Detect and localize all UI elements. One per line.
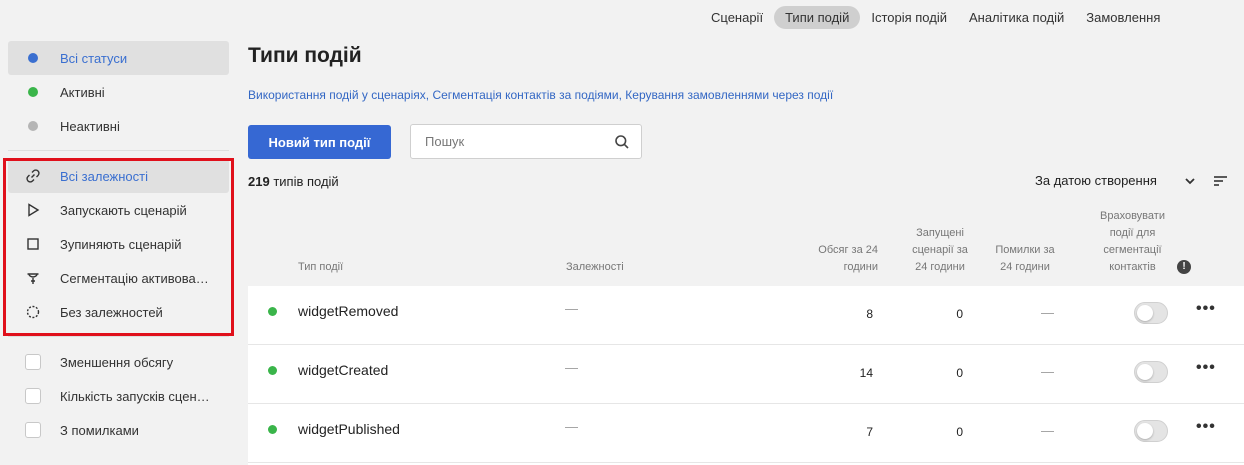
event-types-table: widgetRemoved — 8 0 — ••• widgetCreated … [248, 286, 1244, 465]
sidebar-item-active[interactable]: Активні [8, 75, 229, 109]
status-dot-green-icon [28, 87, 38, 97]
info-warning-icon[interactable]: ! [1177, 260, 1191, 274]
more-options-icon[interactable]: ••• [1196, 300, 1216, 318]
sidebar-item-label: Всі залежності [60, 168, 148, 184]
scenarios-value: 0 [956, 425, 963, 439]
sidebar-item-all-statuses[interactable]: Всі статуси [8, 41, 229, 75]
sidebar-item-segmentation[interactable]: Сегментацію активовано [8, 261, 229, 295]
event-type-count: 219 типів подій [248, 174, 339, 189]
sidebar-check-volume-decrease[interactable]: Зменшення обсягу [8, 345, 229, 379]
status-dot-gray-icon [28, 121, 38, 131]
search-icon[interactable] [614, 134, 630, 150]
link-scenario-usage[interactable]: Використання подій у сценаріях [248, 88, 426, 102]
segmentation-toggle[interactable] [1134, 361, 1168, 383]
tab-scenarios[interactable]: Сценарії [700, 6, 774, 29]
sidebar-item-label: Всі статуси [60, 50, 128, 66]
sidebar-item-label: Неактивні [60, 118, 120, 134]
search-box [410, 124, 642, 159]
segmentation-toggle[interactable] [1134, 302, 1168, 324]
count-number: 219 [248, 174, 270, 189]
tab-event-types[interactable]: Типи подій [774, 6, 861, 29]
column-header-type: Тип події [298, 261, 344, 273]
checkbox[interactable] [25, 354, 41, 370]
sidebar-item-label: Без залежностей [60, 304, 163, 320]
page-title: Типи подій [248, 44, 362, 67]
sidebar-item-stop-scenario[interactable]: Зупиняють сценарій [8, 227, 229, 261]
sidebar-check-with-errors[interactable]: З помилками [8, 413, 229, 447]
event-type-name[interactable]: widgetPublished [298, 421, 400, 437]
segmentation-toggle[interactable] [1134, 420, 1168, 442]
play-icon [25, 202, 41, 218]
column-header-scenarios: Запущені сценарії за 24 години [912, 227, 968, 273]
toggle-knob [1137, 305, 1153, 321]
status-dot-icon [268, 366, 277, 375]
sidebar-item-label: Кількість запусків сценаріїв [60, 388, 210, 404]
tab-event-history[interactable]: Історія подій [860, 6, 958, 29]
checkbox[interactable] [25, 388, 41, 404]
chevron-down-icon[interactable] [1183, 175, 1197, 187]
more-options-icon[interactable]: ••• [1196, 418, 1216, 436]
errors-value: — [1041, 305, 1054, 320]
dependencies-value: — [565, 301, 578, 316]
sidebar-item-label: Активні [60, 84, 105, 100]
toggle-knob [1137, 364, 1153, 380]
event-type-name[interactable]: widgetRemoved [298, 303, 398, 319]
sidebar-item-label: Зменшення обсягу [60, 354, 174, 370]
sidebar-item-label: Запускають сценарій [60, 202, 187, 218]
status-dot-icon [268, 425, 277, 434]
volume-value: 14 [859, 366, 873, 380]
status-dot-blue-icon [28, 53, 38, 63]
sort-dropdown[interactable]: За датою створення [1035, 173, 1157, 188]
column-header-errors: Помилки за 24 години [995, 244, 1055, 273]
top-nav: Сценарії Типи подій Історія подій Аналіт… [700, 6, 1171, 29]
sidebar-item-start-scenario[interactable]: Запускають сценарій [8, 193, 229, 227]
table-row[interactable]: widgetCreated — 14 0 — ••• [248, 345, 1244, 404]
column-header-dependencies: Залежності [566, 261, 624, 273]
errors-value: — [1041, 364, 1054, 379]
tab-orders[interactable]: Замовлення [1075, 6, 1171, 29]
stop-icon [25, 236, 41, 252]
toggle-knob [1137, 423, 1153, 439]
checkbox[interactable] [25, 422, 41, 438]
table-row[interactable]: widgetPublished — 7 0 — ••• [248, 404, 1244, 463]
sidebar-item-label: Сегментацію активовано [60, 270, 210, 286]
sidebar-divider [8, 150, 229, 151]
dependencies-value: — [565, 360, 578, 375]
column-header-volume: Обсяг за 24 години [818, 244, 878, 273]
tab-event-analytics[interactable]: Аналітика подій [958, 6, 1075, 29]
volume-value: 7 [866, 425, 873, 439]
column-header-segmentation: Враховувати події для сегментації контак… [1100, 210, 1165, 273]
broken-link-icon [25, 304, 41, 320]
table-row[interactable]: widgetRemoved — 8 0 — ••• [248, 286, 1244, 345]
event-type-name[interactable]: widgetCreated [298, 362, 388, 378]
errors-value: — [1041, 423, 1054, 438]
scenarios-value: 0 [956, 366, 963, 380]
sidebar-item-label: З помилками [60, 422, 139, 438]
sidebar-item-no-dependencies[interactable]: Без залежностей [8, 295, 229, 329]
status-dot-icon [268, 307, 277, 316]
filter-icon [25, 270, 41, 286]
count-text: типів подій [269, 174, 339, 189]
scenarios-value: 0 [956, 307, 963, 321]
search-input[interactable] [411, 134, 601, 149]
sidebar: Всі статуси Активні Неактивні Всі залежн… [8, 41, 229, 447]
sidebar-item-label: Зупиняють сценарій [60, 236, 182, 252]
help-links: Використання подій у сценаріях, Сегмента… [248, 88, 833, 102]
sort-order-icon[interactable] [1213, 174, 1228, 188]
volume-value: 8 [866, 307, 873, 321]
sidebar-item-inactive[interactable]: Неактивні [8, 109, 229, 143]
dependencies-value: — [565, 419, 578, 434]
sidebar-divider [8, 336, 229, 337]
link-order-management[interactable]: Керування замовленнями через події [625, 88, 833, 102]
more-options-icon[interactable]: ••• [1196, 359, 1216, 377]
new-event-type-button[interactable]: Новий тип події [248, 125, 391, 159]
link-contact-segmentation[interactable]: Сегментація контактів за подіями [432, 88, 618, 102]
sidebar-item-all-dependencies[interactable]: Всі залежності [8, 159, 229, 193]
link-icon [25, 168, 41, 184]
sidebar-check-scenario-runs[interactable]: Кількість запусків сценаріїв [8, 379, 229, 413]
